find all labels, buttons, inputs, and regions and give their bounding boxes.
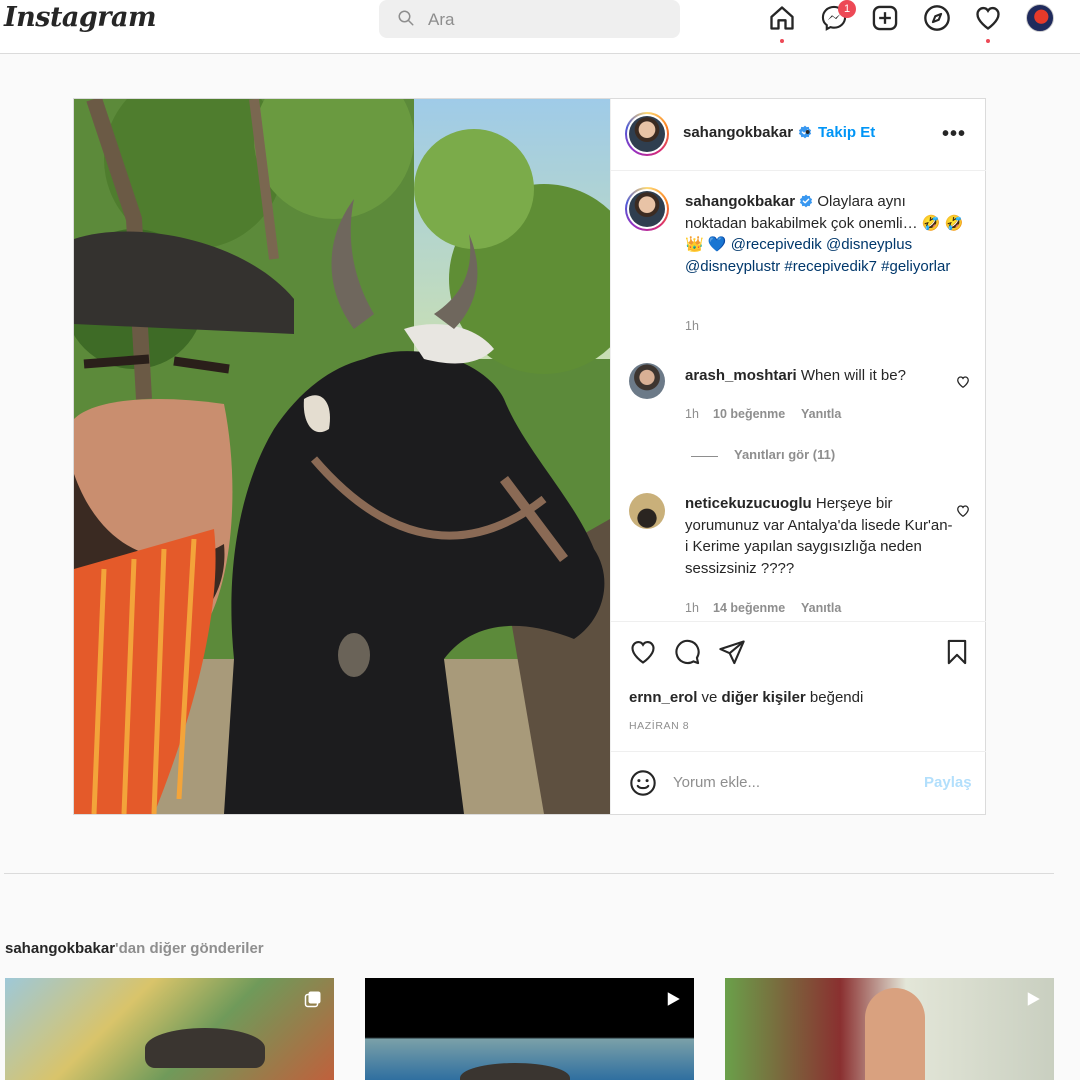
add-comment-bar: Yorum ekle... Paylaş: [611, 751, 986, 814]
more-posts-suffix: 'dan diğer gönderiler: [115, 940, 264, 957]
post-comment-button[interactable]: Paylaş: [924, 774, 972, 791]
comment-input[interactable]: Yorum ekle...: [673, 774, 760, 791]
commenter-avatar[interactable]: [629, 363, 665, 399]
video-play-icon: [667, 992, 680, 1006]
more-post-thumbnail[interactable]: [365, 978, 694, 1080]
explore-icon[interactable]: [923, 4, 951, 32]
reply-button[interactable]: Yanıtla: [801, 601, 841, 615]
author-avatar[interactable]: [625, 112, 669, 156]
comment-time: 1h: [685, 407, 699, 421]
post-side-panel: sahangokbakar • Takip Et ••• sahangokbak…: [610, 99, 986, 814]
search-box[interactable]: Ara: [379, 0, 680, 38]
post-card: sahangokbakar • Takip Et ••• sahangokbak…: [73, 98, 986, 815]
home-notification-dot: [780, 39, 784, 43]
comment-username[interactable]: neticekuzucuoglu: [685, 495, 812, 512]
author-username[interactable]: sahangokbakar: [683, 124, 793, 141]
carousel-icon: [304, 991, 321, 1008]
view-replies-button[interactable]: Yanıtları gör (11): [734, 447, 835, 462]
post-photo-illustration: [74, 99, 610, 814]
post-date[interactable]: HAZİRAN 8: [629, 720, 689, 732]
save-bookmark-icon[interactable]: [943, 638, 971, 666]
comment-text: When will it be?: [800, 367, 906, 384]
separator-dot: •: [805, 124, 811, 141]
author-name-row: sahangokbakar: [683, 124, 812, 142]
instagram-logo[interactable]: Instagram: [4, 2, 157, 33]
post-header: sahangokbakar • Takip Et •••: [611, 99, 986, 171]
commenter-avatar[interactable]: [629, 493, 665, 529]
caption-avatar[interactable]: [625, 187, 669, 231]
profile-avatar[interactable]: [1026, 4, 1054, 32]
post-caption: sahangokbakar Olaylara aynı noktadan bak…: [685, 191, 970, 277]
comment-item: arash_moshtari When will it be?: [685, 365, 955, 387]
replies-divider: [691, 456, 718, 457]
more-post-thumbnail[interactable]: [5, 978, 334, 1080]
liked-by-connector: ve: [697, 689, 722, 706]
search-placeholder: Ara: [428, 10, 455, 29]
liked-by-text: ernn_erol ve diğer kişiler beğendi: [629, 689, 863, 706]
search-icon: [398, 10, 414, 26]
more-posts-username[interactable]: sahangokbakar: [5, 940, 115, 957]
comment-like-heart-icon[interactable]: [956, 375, 970, 389]
caption-time: 1h: [685, 319, 699, 333]
post-image[interactable]: [74, 99, 610, 814]
liked-by-user[interactable]: ernn_erol: [629, 689, 697, 706]
comment-time: 1h: [685, 601, 699, 615]
comment-item: neticekuzucuoglu Herşeye bir yorumunuz v…: [685, 493, 955, 579]
more-posts-heading: sahangokbakar'dan diğer gönderiler: [5, 940, 264, 957]
more-options-icon[interactable]: •••: [942, 123, 966, 146]
follow-button[interactable]: Takip Et: [818, 124, 875, 141]
post-actions: ernn_erol ve diğer kişiler beğendi HAZİR…: [611, 621, 986, 751]
reply-button[interactable]: Yanıtla: [801, 407, 841, 421]
comment-likes[interactable]: 10 beğenme: [713, 407, 785, 421]
new-post-icon[interactable]: [871, 4, 899, 32]
video-play-icon: [1027, 992, 1040, 1006]
messenger-badge: 1: [838, 0, 856, 18]
verified-badge-icon: [800, 194, 813, 208]
comment-like-heart-icon[interactable]: [956, 504, 970, 518]
home-icon[interactable]: [768, 4, 796, 32]
emoji-icon[interactable]: [629, 769, 657, 797]
liked-by-suffix: beğendi: [805, 689, 864, 706]
top-navigation-bar: Instagram Ara 1: [0, 0, 1080, 54]
like-heart-icon[interactable]: [629, 638, 657, 666]
share-send-icon[interactable]: [718, 638, 746, 666]
comment-icon[interactable]: [673, 638, 701, 666]
liked-by-others[interactable]: diğer kişiler: [722, 689, 806, 706]
comment-username[interactable]: arash_moshtari: [685, 367, 797, 384]
more-post-thumbnail[interactable]: [725, 978, 1054, 1080]
section-divider: [4, 873, 1054, 874]
caption-username[interactable]: sahangokbakar: [685, 193, 795, 210]
comment-likes[interactable]: 14 beğenme: [713, 601, 785, 615]
activity-notification-dot: [986, 39, 990, 43]
activity-heart-icon[interactable]: [974, 4, 1002, 32]
